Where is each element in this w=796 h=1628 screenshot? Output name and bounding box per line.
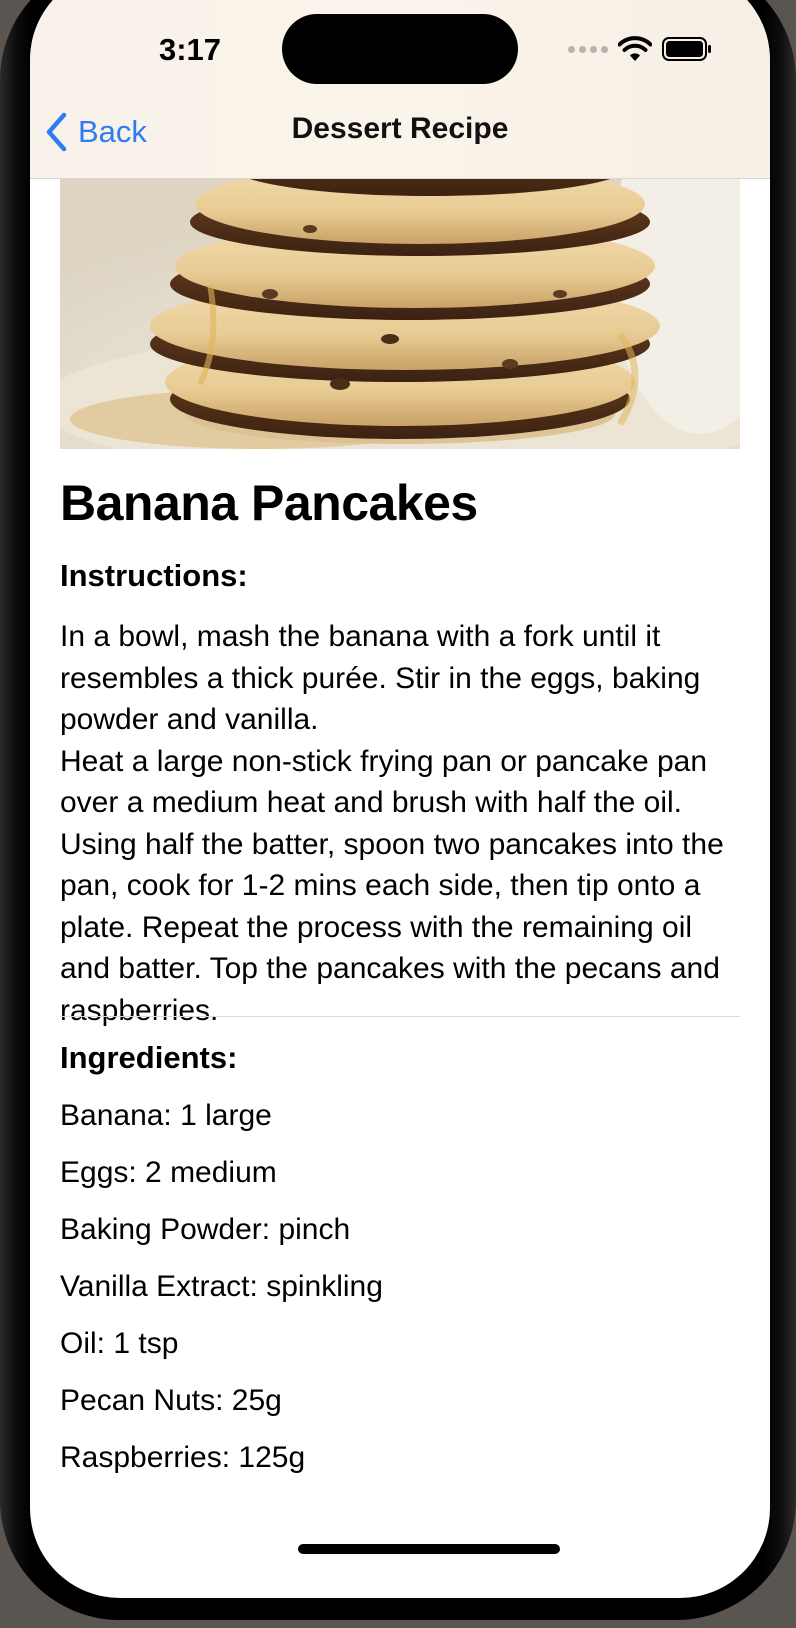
instructions-text: In a bowl, mash the banana with a fork u… (60, 616, 750, 1031)
recipe-content[interactable]: Banana Pancakes Instructions: In a bowl,… (30, 178, 770, 1598)
navigation-header: 3:17 Back Dessert Recipe (30, 0, 770, 179)
pancake-stack-image (60, 178, 740, 449)
recipe-photo (60, 178, 740, 449)
ingredient-item: Pecan Nuts: 25g (60, 1384, 282, 1417)
cellular-signal-icon (568, 45, 608, 53)
page-title: Dessert Recipe (291, 112, 509, 145)
ingredient-item: Vanilla Extract: spinkling (60, 1270, 383, 1303)
dynamic-island (282, 14, 518, 84)
ingredient-item: Oil: 1 tsp (60, 1327, 179, 1360)
recipe-title: Banana Pancakes (60, 475, 478, 531)
ingredient-item: Baking Powder: pinch (60, 1213, 351, 1246)
instruction-paragraph: In a bowl, mash the banana with a fork u… (60, 620, 701, 736)
ingredients-heading: Ingredients: (60, 1040, 238, 1075)
ingredient-item: Banana: 1 large (60, 1099, 272, 1132)
status-icons (568, 34, 712, 64)
screen: 3:17 Back Dessert Recipe Banana Pancakes… (30, 0, 770, 1598)
ingredient-item: Eggs: 2 medium (60, 1156, 277, 1189)
ingredient-item: Raspberries: 125g (60, 1441, 306, 1474)
ingredients-list: Banana: 1 large Eggs: 2 medium Baking Po… (60, 1096, 383, 1495)
status-time: 3:17 (158, 32, 222, 67)
instruction-paragraph: Heat a large non-stick frying pan or pan… (60, 744, 724, 1027)
home-indicator[interactable] (298, 1544, 560, 1554)
section-divider (60, 1016, 740, 1017)
battery-icon (662, 37, 711, 61)
wifi-icon (618, 36, 652, 61)
instructions-heading: Instructions: (60, 558, 248, 593)
